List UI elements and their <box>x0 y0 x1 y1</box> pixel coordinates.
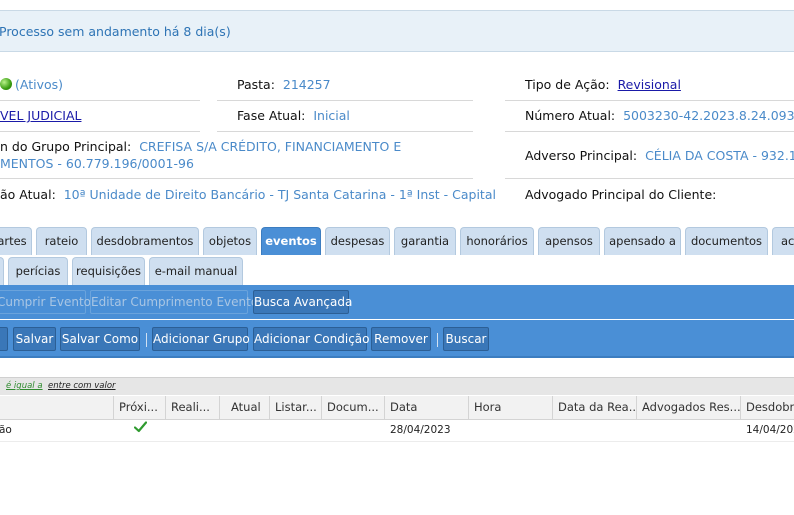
tipo-acao-label: Tipo de Ação: <box>525 77 610 92</box>
column-header-proximo[interactable]: Próxi... <box>113 396 165 419</box>
column-header-documento[interactable]: Docum... <box>321 396 384 419</box>
grupo-field: n do Grupo Principal: CREFISA S/A CRÉDIT… <box>0 139 401 154</box>
fase-field: Fase Atual: Inicial <box>237 108 350 123</box>
tab-apensos[interactable]: apensos <box>538 227 600 255</box>
fase-value: Inicial <box>313 108 350 123</box>
adverso-label: Adverso Principal: <box>525 148 638 163</box>
tab-eventos[interactable]: eventos <box>261 227 321 255</box>
grupo-field-cont: MENTOS - 60.779.196/0001-96 <box>0 156 194 171</box>
pasta-field: Pasta: 214257 <box>237 77 331 92</box>
column-header-advogados[interactable]: Advogados Res... <box>636 396 740 419</box>
inactivity-alert-text: Processo sem andamento há 8 dia(s) <box>0 24 231 39</box>
grupo-value-line2: MENTOS - 60.779.196/0001-96 <box>0 156 194 171</box>
tab-desdobramentos[interactable]: desdobramentos <box>91 227 199 255</box>
area-field: VEL JUDICIAL <box>0 108 81 123</box>
editar-cumprimento-button[interactable]: Editar Cumprimento Evento <box>90 290 258 314</box>
orgao-value: 10ª Unidade de Direito Bancário - TJ San… <box>63 187 496 202</box>
tab-rateio[interactable]: rateio <box>36 227 87 255</box>
column-header-listar[interactable]: Listar... <box>269 396 321 419</box>
salvar-button[interactable]: Salvar <box>13 327 56 351</box>
column-header-data[interactable]: Data <box>384 396 468 419</box>
tab-despesas[interactable]: despesas <box>325 227 390 255</box>
numero-value: 5003230-42.2023.8.24.0930 <box>623 108 794 123</box>
inactivity-alert: Processo sem andamento há 8 dia(s) <box>0 10 794 52</box>
cell-name: ão <box>0 424 12 436</box>
orgao-label: ão Atual: <box>0 187 56 202</box>
tab-honorarios[interactable]: honorários <box>460 227 534 255</box>
filter-operator[interactable]: é igual a <box>6 381 43 391</box>
tipo-acao-field: Tipo de Ação: Revisional <box>525 77 681 92</box>
advogado-label: Advogado Principal do Cliente: <box>525 187 717 202</box>
status-value: (Ativos) <box>15 77 64 92</box>
filter-toolbar: Salvar Salvar Como Adicionar Grupo Adici… <box>0 320 794 358</box>
column-header-data-realizacao[interactable]: Data da Rea... <box>552 396 636 419</box>
orgao-field: ão Atual: 10ª Unidade de Direito Bancári… <box>0 187 496 202</box>
filter-value-mode[interactable]: entre com valor <box>48 381 116 391</box>
adverso-value: CÉLIA DA COSTA - 932.149 <box>645 148 794 163</box>
tab-ac[interactable]: ac <box>772 227 794 255</box>
fase-label: Fase Atual: <box>237 108 306 123</box>
divider <box>0 100 200 101</box>
adicionar-condicao-button[interactable]: Adicionar Condição <box>253 327 370 351</box>
remover-button[interactable]: Remover <box>371 327 431 351</box>
status-indicator: (Ativos) <box>0 77 63 92</box>
toolbar-separator <box>437 333 438 347</box>
busca-avancada-button[interactable]: Busca Avançada <box>253 290 352 314</box>
column-header-realizado[interactable]: Reali... <box>165 396 219 419</box>
pasta-value: 214257 <box>282 77 331 92</box>
events-table-header: Próxi... Reali... Atual Listar... Docum.… <box>0 396 794 420</box>
divider <box>0 178 473 179</box>
divider <box>217 100 473 101</box>
divider <box>505 131 794 132</box>
pasta-label: Pasta: <box>237 77 275 92</box>
active-status-icon <box>0 78 12 90</box>
buscar-button[interactable]: Buscar <box>443 327 489 351</box>
filter-condition: é igual a entre com valor <box>0 377 794 395</box>
divider <box>0 131 200 132</box>
cell-desdobramento: 14/04/202 <box>746 424 794 436</box>
grupo-label: n do Grupo Principal: <box>0 139 132 154</box>
tab-documentos[interactable]: documentos <box>685 227 768 255</box>
tab-pericias[interactable]: perícias <box>8 257 68 285</box>
cell-data: 28/04/2023 <box>390 424 451 436</box>
numero-label: Número Atual: <box>525 108 616 123</box>
tipo-acao-link[interactable]: Revisional <box>618 77 681 92</box>
event-action-bar: Cumprir Evento Editar Cumprimento Evento… <box>0 285 794 319</box>
adverso-field: Adverso Principal: CÉLIA DA COSTA - 932.… <box>525 148 794 163</box>
tab-garantia[interactable]: garantia <box>394 227 456 255</box>
column-header-atual[interactable]: Atual <box>219 396 269 419</box>
divider <box>505 100 794 101</box>
tab-objetos[interactable]: objetos <box>203 227 257 255</box>
divider <box>505 178 794 179</box>
column-header-hora[interactable]: Hora <box>468 396 552 419</box>
tab-email-manual[interactable]: e-mail manual <box>149 257 243 285</box>
table-row[interactable]: ão 28/04/2023 14/04/202 <box>0 420 794 442</box>
grupo-value-line1: CREFISA S/A CRÉDITO, FINANCIAMENTO E <box>139 139 402 154</box>
tab-strip-primary: artes rateio desdobramentos objetos even… <box>0 227 794 255</box>
area-link[interactable]: VEL JUDICIAL <box>0 108 81 123</box>
adicionar-grupo-button[interactable]: Adicionar Grupo <box>152 327 250 351</box>
column-header-desdobramento[interactable]: Desdobra <box>740 396 794 419</box>
tab-hidden[interactable] <box>0 257 4 285</box>
cumprir-evento-button[interactable]: Cumprir Evento <box>0 290 91 314</box>
check-icon <box>134 420 148 441</box>
numero-field: Número Atual: 5003230-42.2023.8.24.0930 <box>525 108 794 123</box>
toolbar-clipped-button[interactable] <box>0 327 8 351</box>
tab-apensado-a[interactable]: apensado a <box>604 227 681 255</box>
toolbar-separator <box>146 333 147 347</box>
tab-requisicoes[interactable]: requisições <box>72 257 145 285</box>
divider <box>217 131 473 132</box>
tab-strip-secondary: perícias requisições e-mail manual <box>0 257 794 285</box>
tab-partes[interactable]: artes <box>0 227 32 255</box>
advogado-field: Advogado Principal do Cliente: <box>525 187 716 202</box>
salvar-como-button[interactable]: Salvar Como <box>60 327 140 351</box>
